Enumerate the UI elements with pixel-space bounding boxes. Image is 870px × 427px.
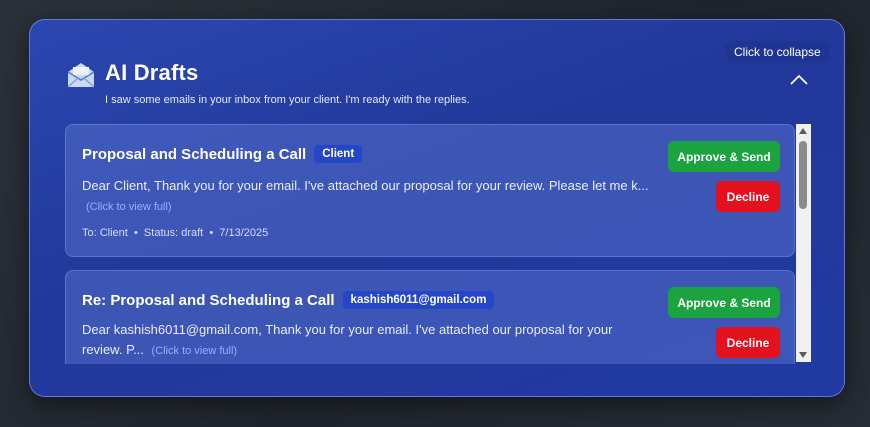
approve-send-button[interactable]: Approve & Send [668, 287, 780, 318]
recipient-badge: kashish6011@gmail.com [342, 291, 495, 309]
panel-subtitle: I saw some emails in your inbox from you… [105, 94, 470, 106]
decline-button[interactable]: Decline [716, 327, 780, 358]
draft-subject: Re: Proposal and Scheduling a Call [82, 291, 335, 309]
scroll-thumb[interactable] [799, 141, 807, 209]
collapse-button[interactable] [788, 72, 810, 90]
collapse-tooltip: Click to collapse [726, 41, 829, 63]
draft-header: Proposal and Scheduling a Call Client [82, 145, 363, 163]
draft-body-preview: Dear Client, Thank you for your email. I… [82, 178, 649, 193]
ai-drafts-panel: AI Drafts I saw some emails in your inbo… [29, 19, 845, 397]
draft-card: Proposal and Scheduling a Call Client De… [65, 124, 795, 257]
view-full-link[interactable]: (Click to view full) [152, 345, 238, 357]
draft-meta: To: Client • Status: draft • 7/13/2025 [82, 227, 269, 239]
envelope-open-icon [66, 61, 96, 89]
approve-send-button[interactable]: Approve & Send [668, 141, 780, 172]
drafts-list: Proposal and Scheduling a Call Client De… [65, 124, 797, 364]
decline-button[interactable]: Decline [716, 181, 780, 212]
panel-title: AI Drafts [105, 60, 199, 85]
draft-body: Dear Client, Thank you for your email. I… [82, 176, 652, 217]
scroll-up-arrow-icon[interactable] [799, 128, 807, 134]
draft-subject: Proposal and Scheduling a Call [82, 145, 307, 163]
scroll-down-arrow-icon[interactable] [799, 352, 807, 358]
draft-body: Dear kashish6011@gmail.com, Thank you fo… [82, 320, 652, 361]
draft-header: Re: Proposal and Scheduling a Call kashi… [82, 291, 495, 309]
draft-card: Re: Proposal and Scheduling a Call kashi… [65, 270, 795, 364]
view-full-link[interactable]: (Click to view full) [86, 201, 172, 213]
recipient-badge: Client [314, 145, 363, 163]
drafts-scrollbar[interactable] [796, 124, 811, 362]
chevron-up-icon [790, 72, 808, 90]
